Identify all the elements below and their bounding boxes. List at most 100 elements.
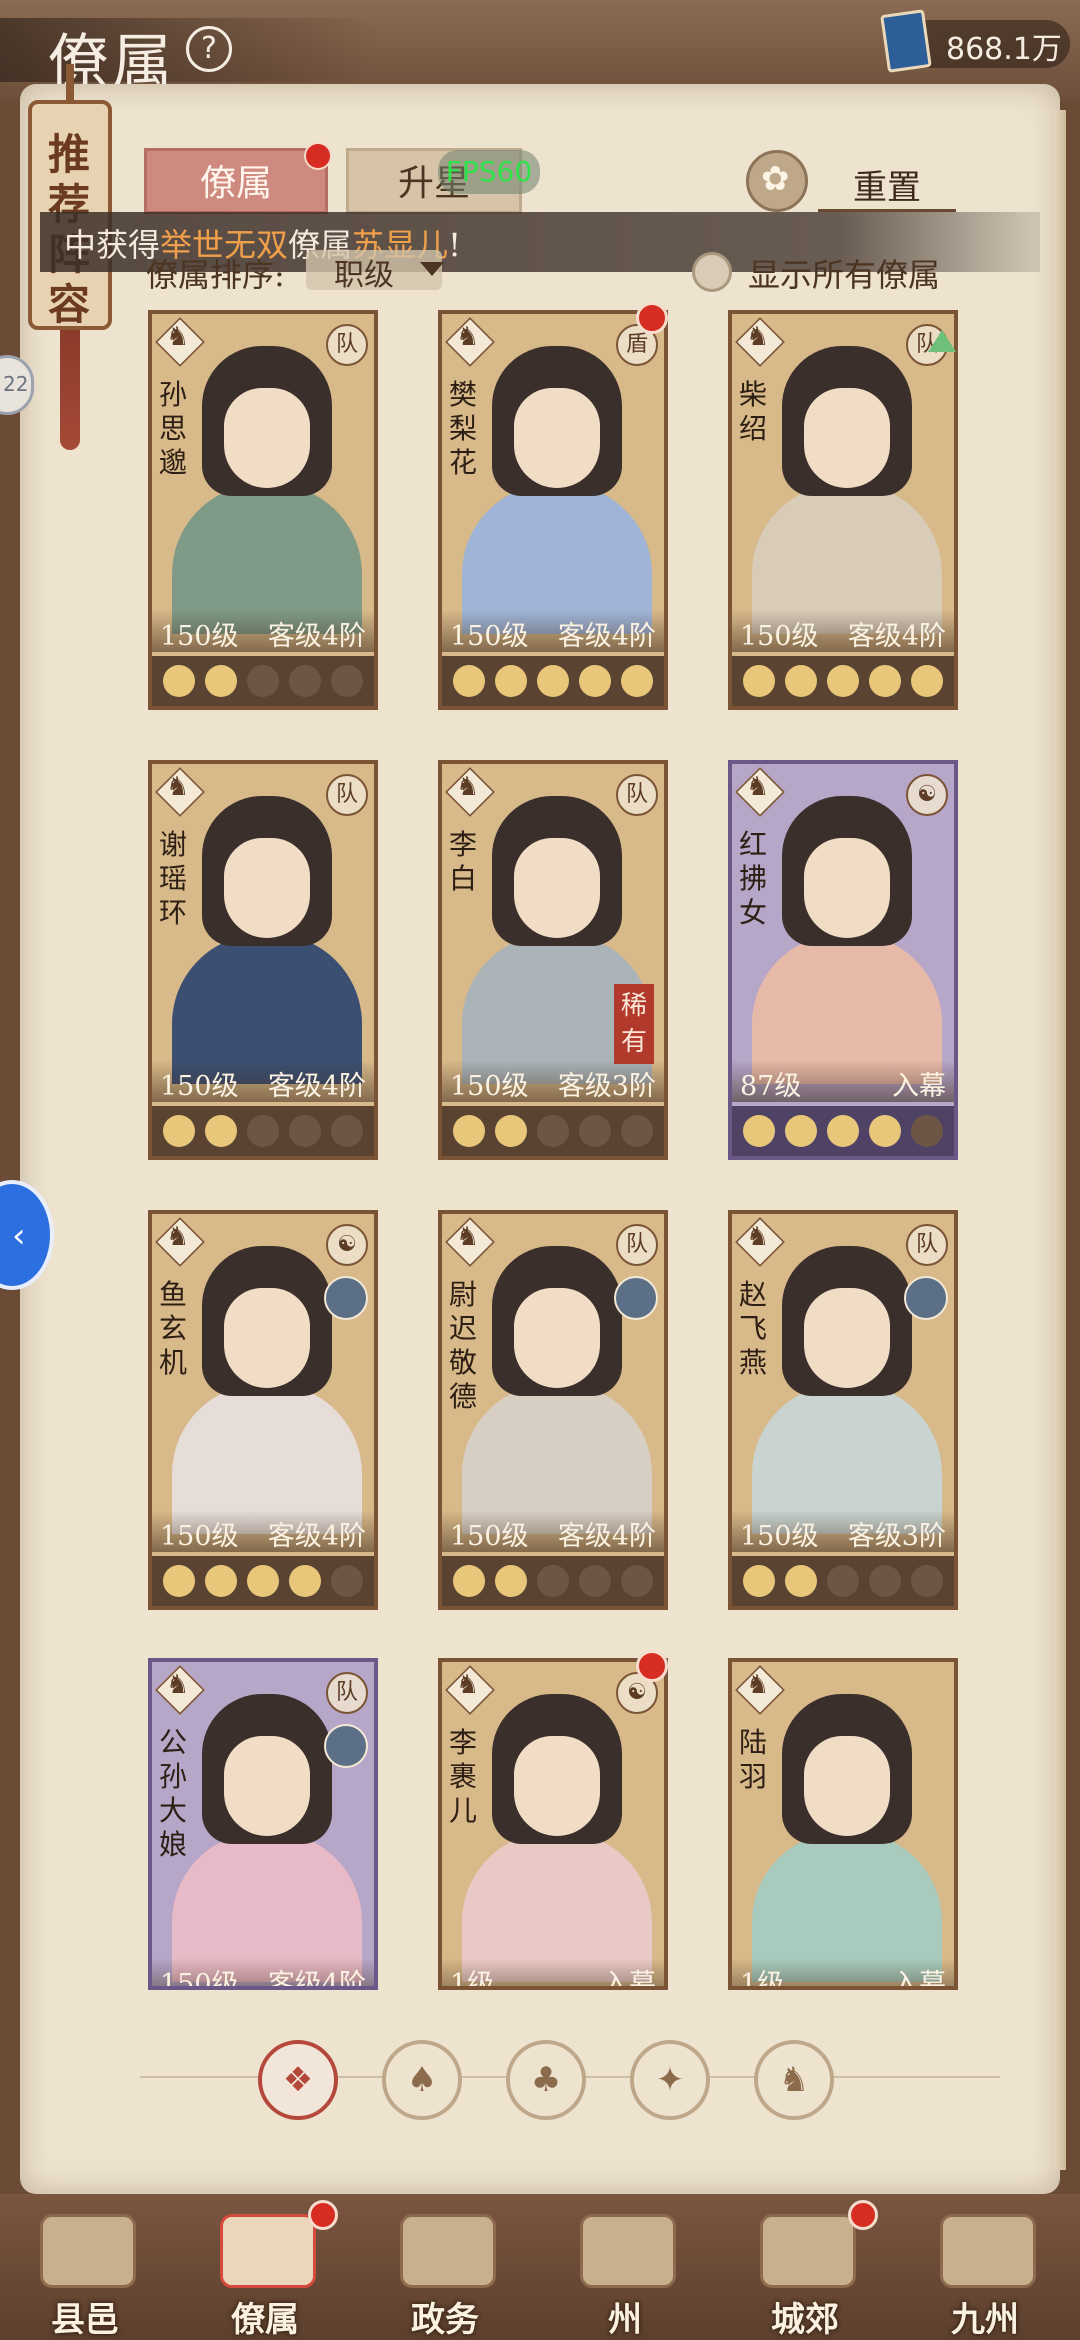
nav-item-2[interactable]: 政务 bbox=[380, 2200, 510, 2340]
star-rating bbox=[732, 1556, 954, 1606]
subordinate-name: 公孙大娘 bbox=[158, 1726, 188, 1862]
reset-icon[interactable]: ✿ bbox=[746, 150, 808, 212]
portrait-face bbox=[804, 838, 890, 938]
portrait-face bbox=[804, 1736, 890, 1836]
book-icon bbox=[880, 9, 932, 73]
subordinate-card[interactable]: ♞ 红拂女 ☯ 87级 入幕 bbox=[728, 760, 958, 1160]
moon-icon bbox=[579, 1565, 611, 1597]
name-char: 思 bbox=[158, 412, 187, 445]
portrait-face bbox=[804, 388, 890, 488]
subordinate-card[interactable]: ♞ 赵飞燕 队 150级 客级3阶 bbox=[728, 1210, 958, 1610]
faction-icon: ♞ bbox=[166, 1222, 190, 1252]
reset-button[interactable]: 重置 bbox=[818, 160, 956, 212]
help-icon[interactable]: ? bbox=[186, 26, 232, 72]
role-icon: 队 bbox=[326, 774, 368, 816]
bell-icon[interactable]: ♠ bbox=[382, 2040, 462, 2120]
portrait bbox=[452, 324, 654, 634]
name-char: 瑶 bbox=[158, 862, 187, 895]
nav-item-0[interactable]: 县邑 bbox=[20, 2200, 150, 2340]
partner-avatar[interactable] bbox=[614, 1276, 658, 1320]
portrait bbox=[452, 1672, 654, 1982]
nav-art-icon bbox=[580, 2214, 676, 2288]
portrait bbox=[742, 774, 944, 1084]
moon-icon bbox=[743, 1115, 775, 1147]
subordinate-level: 150级 bbox=[740, 1521, 819, 1552]
moon-icon bbox=[743, 665, 775, 697]
name-char: 梨 bbox=[448, 412, 477, 445]
subordinate-card[interactable]: ♞ 柴绍队 150级 客级4阶 bbox=[728, 310, 958, 710]
subordinate-card[interactable]: ♞ 公孙大娘 队 150级 客级4阶 bbox=[148, 1658, 378, 1990]
subordinate-level: 150级 bbox=[740, 621, 819, 652]
moon-icon bbox=[495, 665, 527, 697]
moon-icon bbox=[785, 665, 817, 697]
subordinate-card[interactable]: ♞ 樊梨花盾 150级 客级4阶 bbox=[438, 310, 668, 710]
role-icon: 队 bbox=[326, 324, 368, 366]
moon-icon bbox=[785, 1565, 817, 1597]
side-tab-label: 22 bbox=[3, 372, 29, 396]
moon-icon bbox=[289, 665, 321, 697]
subordinate-level: 150级 bbox=[450, 621, 529, 652]
partner-avatar[interactable] bbox=[904, 1276, 948, 1320]
partner-avatar[interactable] bbox=[324, 1276, 368, 1320]
faction-icon: ♞ bbox=[746, 1222, 770, 1252]
name-char: 玄 bbox=[158, 1312, 187, 1345]
subordinate-level: 150级 bbox=[160, 1969, 239, 1990]
moon-icon bbox=[579, 1115, 611, 1147]
subordinate-card[interactable]: ♞ 孙思邈 队 150级 客级4阶 bbox=[148, 310, 378, 710]
subordinate-name: 尉迟敬德 bbox=[448, 1278, 478, 1414]
subordinate-card[interactable]: ♞ 尉迟敬德 队 150级 客级4阶 bbox=[438, 1210, 668, 1610]
rare-tag: 稀有 bbox=[614, 984, 654, 1064]
moon-icon bbox=[621, 1115, 653, 1147]
subordinate-card[interactable]: ♞ 李裹儿 ☯ 1级 入幕 bbox=[438, 1658, 668, 1990]
faction-icon: ♞ bbox=[746, 1670, 770, 1700]
nav-item-3[interactable]: 州 bbox=[560, 2200, 690, 2340]
notice-suffix: ! bbox=[448, 226, 461, 264]
portrait-face bbox=[224, 388, 310, 488]
subordinate-grade: 客级4阶 bbox=[557, 621, 656, 652]
subordinate-level: 87级 bbox=[740, 1071, 802, 1102]
dragon-icon[interactable]: ♞ bbox=[754, 2040, 834, 2120]
subordinate-card[interactable]: ♞ 谢瑶环 队 150级 客级4阶 bbox=[148, 760, 378, 1160]
role-icon: ☯ bbox=[326, 1224, 368, 1266]
subordinate-level: 150级 bbox=[160, 1521, 239, 1552]
fps-counter: FPS60 bbox=[438, 150, 540, 194]
subordinate-grade: 入幕 bbox=[602, 1969, 656, 1990]
subordinate-grade: 客级4阶 bbox=[267, 621, 366, 652]
subordinate-card[interactable]: ♞ 鱼玄机 ☯ 150级 客级4阶 bbox=[148, 1210, 378, 1610]
subordinate-card[interactable]: ♞ 李白 队稀有 150级 客级3阶 bbox=[438, 760, 668, 1160]
portrait-face bbox=[224, 838, 310, 938]
cat-icon[interactable]: ♣ bbox=[506, 2040, 586, 2120]
faction-icon: ♞ bbox=[746, 322, 770, 352]
fan-icon[interactable]: ✦ bbox=[630, 2040, 710, 2120]
nav-label: 政务 bbox=[411, 2300, 479, 2340]
moon-icon bbox=[621, 1565, 653, 1597]
nav-item-5[interactable]: 九州 bbox=[920, 2200, 1050, 2340]
subordinate-grade: 入幕 bbox=[892, 1071, 946, 1102]
subordinate-level: 150级 bbox=[450, 1521, 529, 1552]
page-edge bbox=[1054, 110, 1066, 2170]
name-char: 尉 bbox=[448, 1278, 477, 1311]
nav-art-icon bbox=[400, 2214, 496, 2288]
subordinate-name: 孙思邈 bbox=[158, 378, 188, 480]
name-char: 女 bbox=[738, 896, 767, 929]
portrait bbox=[452, 1224, 654, 1534]
faction-icon: ♞ bbox=[456, 772, 480, 802]
subordinate-card[interactable]: ♞ 陆羽 1级 入幕 bbox=[728, 1658, 958, 1990]
moon-icon bbox=[869, 1565, 901, 1597]
notification-dot bbox=[636, 1650, 668, 1682]
show-all-checkbox[interactable] bbox=[692, 252, 732, 292]
nav-label: 县邑 bbox=[51, 2300, 119, 2340]
partner-avatar[interactable] bbox=[324, 1724, 368, 1768]
name-char: 樊 bbox=[448, 378, 477, 411]
diamond-grid-icon[interactable]: ❖ bbox=[258, 2040, 338, 2120]
subordinate-grade: 入幕 bbox=[892, 1969, 946, 1990]
portrait bbox=[162, 774, 364, 1084]
name-char: 迟 bbox=[448, 1312, 477, 1345]
tab-subordinates[interactable]: 僚属 bbox=[144, 148, 328, 214]
name-char: 柴 bbox=[738, 378, 767, 411]
portrait-face bbox=[514, 388, 600, 488]
nav-label: 州 bbox=[608, 2300, 642, 2340]
moon-icon bbox=[453, 1115, 485, 1147]
name-char: 飞 bbox=[738, 1312, 767, 1345]
name-char: 赵 bbox=[738, 1278, 767, 1311]
